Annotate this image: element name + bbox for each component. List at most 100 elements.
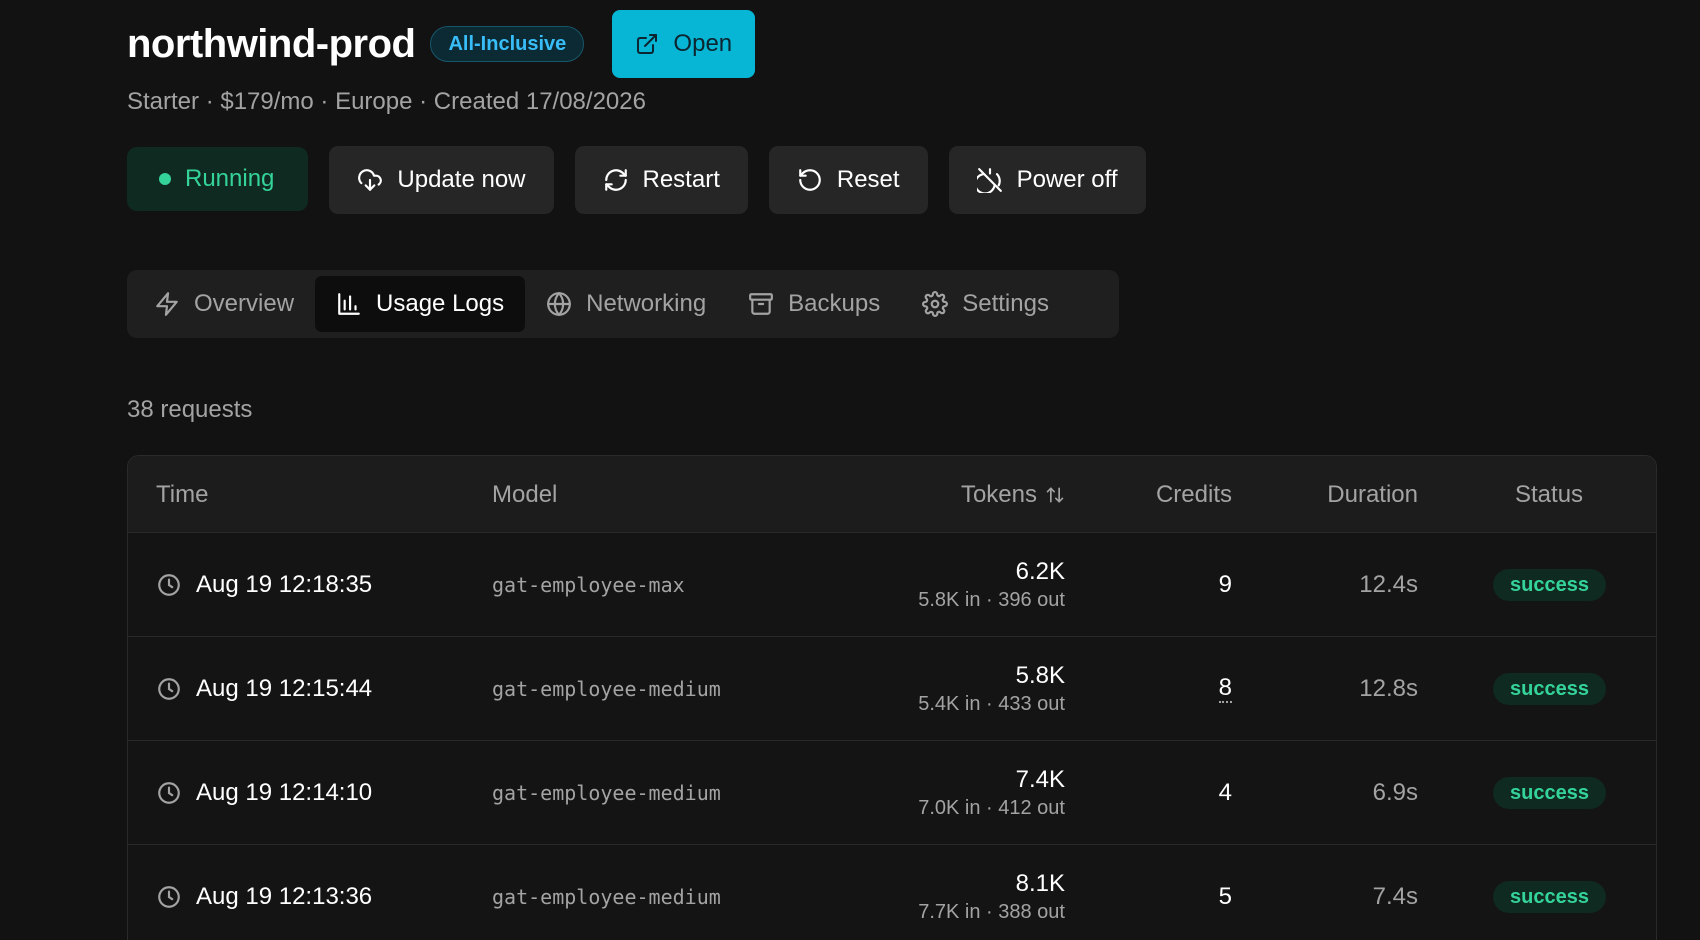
model-cell: gat-employee-max <box>492 573 685 597</box>
tokens-cell: 5.8K 5.4K in · 433 out <box>918 637 1065 741</box>
time-cell: Aug 19 12:14:10 <box>156 741 372 845</box>
tab-networking[interactable]: Networking <box>525 276 727 332</box>
credits-cell: 4 <box>1218 779 1232 806</box>
tab-backups-label: Backups <box>788 290 881 317</box>
column-header-tokens[interactable]: Tokens <box>961 456 1065 533</box>
tokens-detail: 5.8K in · 396 out <box>918 589 1065 611</box>
status-badge: success <box>1493 673 1606 705</box>
archive-icon <box>749 293 774 315</box>
sort-icon <box>1046 487 1064 502</box>
clock-icon <box>158 574 180 596</box>
open-button-label: Open <box>673 30 733 57</box>
clock-icon <box>158 886 180 908</box>
table-header: Time Model Tokens Credits Duration Statu… <box>128 456 1656 533</box>
status-badge: success <box>1493 881 1606 913</box>
status-indicator: Running <box>127 147 309 211</box>
status-cell: success <box>1493 533 1606 637</box>
tab-settings-label: Settings <box>962 290 1049 317</box>
status-badge: success <box>1493 777 1606 809</box>
update-now-button[interactable]: Update now <box>329 146 554 214</box>
tab-settings[interactable]: Settings <box>901 276 1070 332</box>
tokens-detail: 7.0K in · 412 out <box>918 797 1065 819</box>
model-cell: gat-employee-medium <box>492 781 721 805</box>
status-cell: success <box>1493 741 1606 845</box>
update-now-label: Update now <box>397 166 526 193</box>
power-off-icon <box>976 168 1002 193</box>
column-header-duration: Duration <box>1327 480 1418 508</box>
model-cell: gat-employee-medium <box>492 885 721 909</box>
reset-button[interactable]: Reset <box>768 146 928 214</box>
table-row[interactable]: Aug 19 12:13:36 gat-employee-medium 8.1K… <box>128 845 1656 940</box>
column-header-time: Time <box>156 480 209 508</box>
status-label: Running <box>185 165 275 192</box>
lightning-icon <box>156 292 178 316</box>
table-row[interactable]: Aug 19 12:15:44 gat-employee-medium 5.8K… <box>128 637 1656 741</box>
refresh-icon <box>604 169 627 191</box>
restart-button[interactable]: Restart <box>574 146 748 214</box>
gear-icon <box>922 291 949 317</box>
credits-value: 8 <box>1218 674 1232 703</box>
column-header-status: Status <box>1515 480 1584 508</box>
table-row[interactable]: Aug 19 12:14:10 gat-employee-medium 7.4K… <box>128 741 1656 845</box>
page-title: northwind-prod <box>127 21 416 66</box>
clock-icon <box>158 678 180 700</box>
table-row[interactable]: Aug 19 12:18:35 gat-employee-max 6.2K 5.… <box>128 533 1656 637</box>
time-cell: Aug 19 12:15:44 <box>156 637 372 741</box>
duration-cell: 7.4s <box>1372 883 1418 910</box>
tokens-total: 6.2K <box>1015 558 1065 585</box>
time-value: Aug 19 12:13:36 <box>196 883 373 910</box>
time-value: Aug 19 12:15:44 <box>196 675 373 702</box>
status-badge: success <box>1493 569 1606 601</box>
tokens-total: 8.1K <box>1015 870 1065 897</box>
time-value: Aug 19 12:18:35 <box>196 571 373 598</box>
rotate-ccw-icon <box>799 169 821 191</box>
status-cell: success <box>1493 845 1606 940</box>
tab-usage-logs[interactable]: Usage Logs <box>315 276 526 332</box>
time-cell: Aug 19 12:18:35 <box>156 533 372 637</box>
status-cell: success <box>1493 637 1606 741</box>
reset-label: Reset <box>836 166 900 193</box>
bar-chart-icon <box>338 293 360 315</box>
tab-overview-label: Overview <box>194 290 295 317</box>
duration-cell: 12.8s <box>1359 675 1418 702</box>
tokens-total: 5.8K <box>1015 662 1065 689</box>
tokens-cell: 7.4K 7.0K in · 412 out <box>918 741 1065 845</box>
model-cell: gat-employee-medium <box>492 677 721 701</box>
column-header-tokens-label: Tokens <box>960 480 1037 508</box>
tokens-detail: 5.4K in · 433 out <box>918 693 1065 715</box>
restart-label: Restart <box>642 166 720 193</box>
tokens-cell: 6.2K 5.8K in · 396 out <box>918 533 1065 637</box>
page: northwind-prod All-Inclusive Open Starte… <box>0 0 1700 940</box>
tokens-total: 7.4K <box>1015 766 1065 793</box>
time-value: Aug 19 12:14:10 <box>196 779 373 806</box>
instance-subtitle: Starter · $179/mo · Europe · Created 17/… <box>127 88 646 115</box>
external-link-icon <box>637 34 658 54</box>
tab-backups[interactable]: Backups <box>727 276 901 332</box>
column-header-model: Model <box>492 480 558 508</box>
open-button[interactable]: Open <box>612 10 756 78</box>
tab-usage-logs-label: Usage Logs <box>376 290 505 317</box>
title-row: northwind-prod All-Inclusive Open <box>127 10 756 78</box>
credits-cell: 9 <box>1218 571 1232 598</box>
usage-logs-table: Time Model Tokens Credits Duration Statu… <box>127 455 1657 940</box>
power-off-button[interactable]: Power off <box>948 146 1146 214</box>
globe-icon <box>547 292 572 316</box>
status-dot-icon <box>159 173 171 185</box>
cloud-download-icon <box>358 169 383 191</box>
request-count: 38 requests <box>127 396 253 423</box>
column-header-credits: Credits <box>1155 480 1232 508</box>
tab-bar: Overview Usage Logs Networking Backups S… <box>127 270 1119 338</box>
tab-networking-label: Networking <box>586 290 707 317</box>
tokens-cell: 8.1K 7.7K in · 388 out <box>918 845 1065 940</box>
time-cell: Aug 19 12:13:36 <box>156 845 372 940</box>
power-off-label: Power off <box>1016 166 1118 193</box>
credits-cell: 5 <box>1218 883 1232 910</box>
plan-badge: All-Inclusive <box>430 26 585 62</box>
duration-cell: 6.9s <box>1372 779 1418 806</box>
credits-cell[interactable]: 8 <box>1218 637 1232 741</box>
clock-icon <box>158 782 180 804</box>
action-bar: Running Update now Restart Reset Power o… <box>127 146 1146 214</box>
duration-cell: 12.4s <box>1359 571 1418 598</box>
tab-overview[interactable]: Overview <box>133 276 315 332</box>
tokens-detail: 7.7K in · 388 out <box>918 901 1065 923</box>
